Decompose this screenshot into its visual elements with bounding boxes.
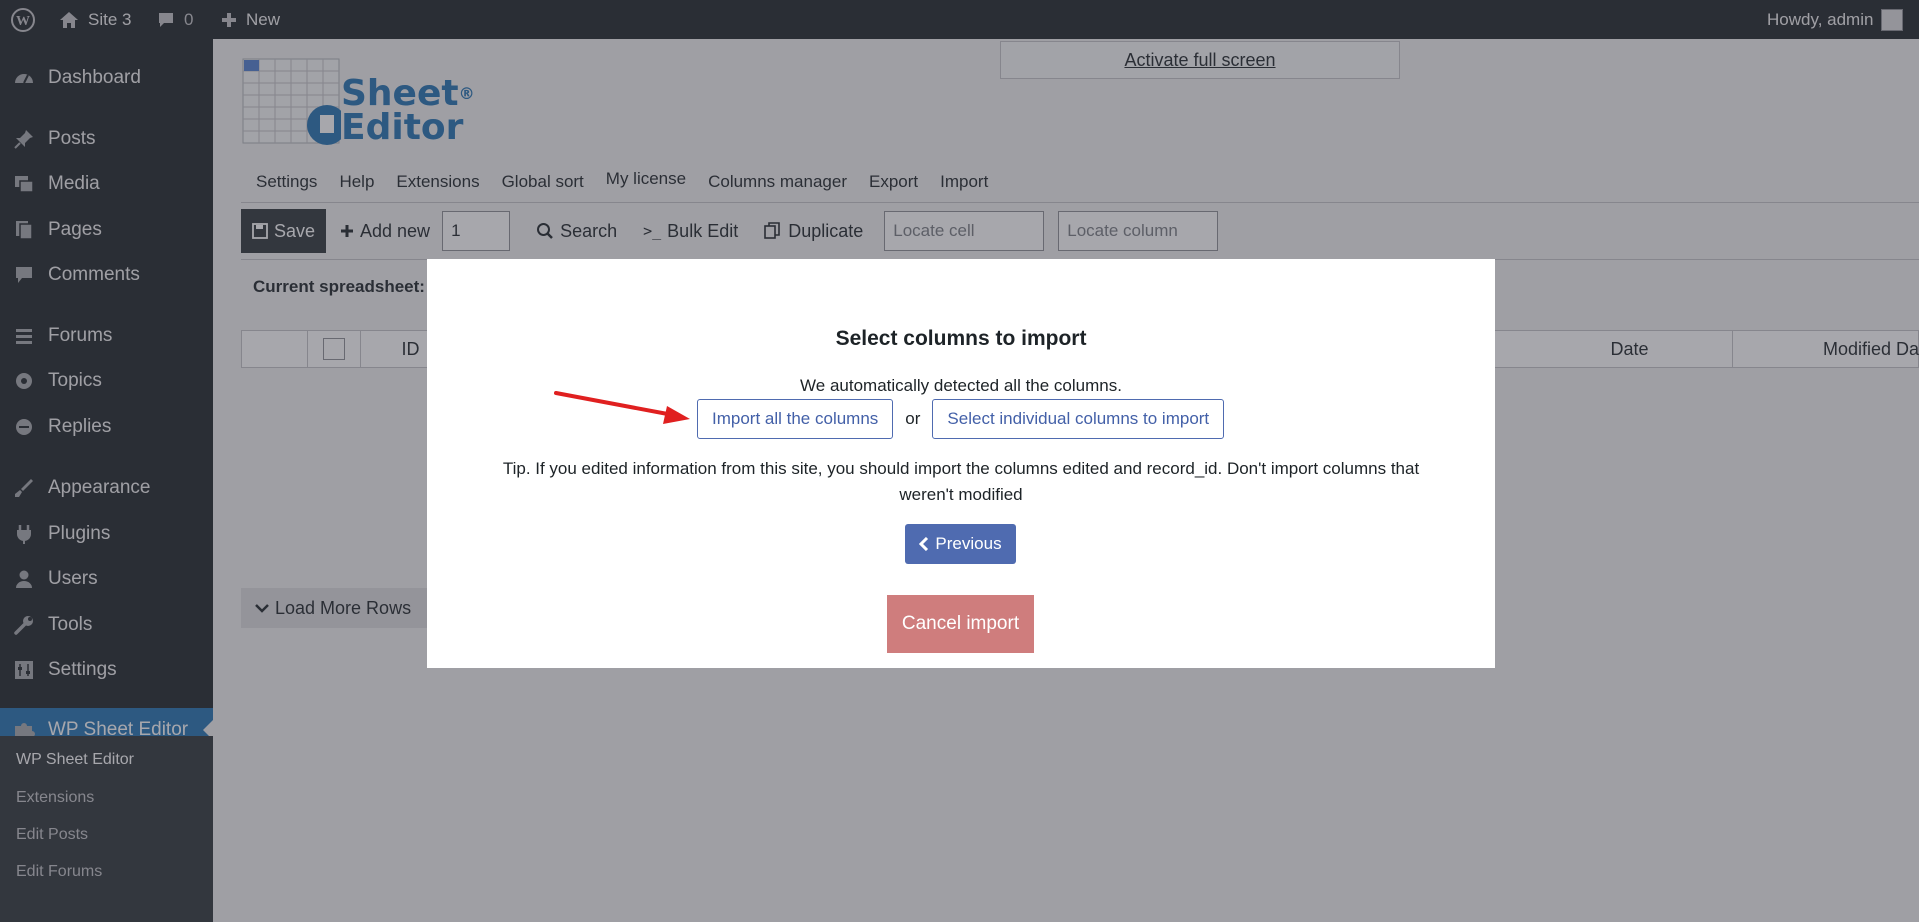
previous-button[interactable]: Previous — [905, 524, 1016, 564]
import-choice-row: Import all the columns or Select individ… — [697, 399, 1225, 439]
cancel-import-button[interactable]: Cancel import — [887, 595, 1034, 653]
import-all-columns-button[interactable]: Import all the columns — [697, 399, 894, 439]
modal-title: Select columns to import — [835, 327, 1087, 350]
or-separator: or — [905, 409, 921, 428]
select-individual-columns-button[interactable]: Select individual columns to import — [932, 399, 1225, 439]
chevron-left-icon — [919, 537, 929, 551]
annotation-arrow-icon — [554, 391, 690, 424]
import-tip-text: Tip. If you edited information from this… — [502, 459, 1420, 504]
import-columns-modal: Select columns to import We automaticall… — [427, 259, 1495, 668]
previous-label: Previous — [935, 534, 1002, 553]
